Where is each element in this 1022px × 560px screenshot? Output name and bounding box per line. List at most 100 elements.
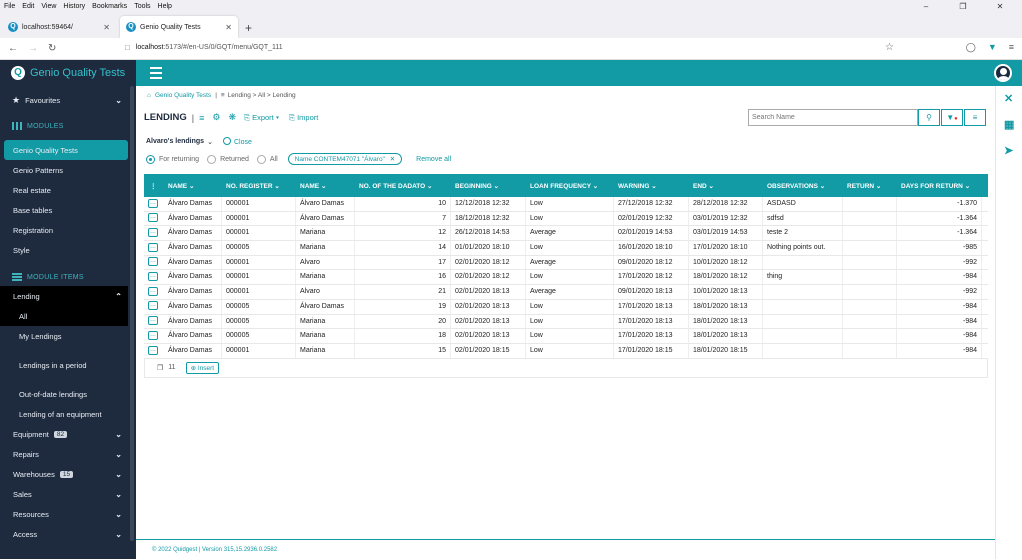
table-row[interactable]: … Álvaro Damas 000001 Mariana 16 02/01/2020 1… xyxy=(144,270,988,286)
close-tab-icon[interactable]: ✕ xyxy=(103,23,110,32)
filter-button[interactable]: ▼● xyxy=(941,109,963,126)
send-icon[interactable]: ➤ xyxy=(1004,144,1013,157)
table-row[interactable]: … Álvaro Damas 000005 Álvaro Damas 19 02/01/2… xyxy=(144,299,988,315)
sidebar-item-equipment[interactable]: Equipment 82 ⌄ xyxy=(0,424,128,444)
menu-history[interactable]: History xyxy=(63,3,85,10)
export-button[interactable]: ⎘ Export ▾ xyxy=(244,113,279,123)
column-header[interactable]: NO. REGISTER xyxy=(222,182,296,190)
table-row[interactable]: … Álvaro Damas 000001 Mariana 12 26/12/2018 1… xyxy=(144,226,988,242)
close-tab-icon[interactable]: ✕ xyxy=(225,23,232,32)
breadcrumb-home[interactable]: Genio Quality Tests xyxy=(155,92,211,99)
menu-view[interactable]: View xyxy=(41,3,56,10)
menu-icon[interactable]: ≡ xyxy=(1009,42,1014,53)
address-bar[interactable]: □ localhost :5173/#/en-US/0/GQT/menu/GQT… xyxy=(125,43,283,52)
sidebar-subitem-all[interactable]: All xyxy=(0,306,128,326)
gears-icon[interactable]: ❋ xyxy=(228,112,236,123)
tab-genio[interactable]: Q Genio Quality Tests ✕ xyxy=(120,16,238,38)
radio-returned[interactable]: Returned xyxy=(207,154,249,164)
close-icon[interactable]: ✕ xyxy=(1004,92,1013,105)
column-header[interactable]: NAME xyxy=(164,182,222,190)
sidebar-item-access[interactable]: Access ⌄ xyxy=(0,524,128,544)
gear-icon[interactable]: ⚙ xyxy=(212,112,220,123)
report-icon[interactable]: ▦ xyxy=(1004,118,1014,131)
sidebar-item-sales[interactable]: Sales ⌄ xyxy=(0,484,128,504)
extension-icon[interactable]: ▼ xyxy=(988,42,997,53)
table-row[interactable]: … Álvaro Damas 000005 Mariana 14 01/01/2020 1… xyxy=(144,241,988,256)
list-view-icon[interactable]: ≡ xyxy=(199,113,204,123)
reload-icon[interactable]: ↻ xyxy=(48,43,60,54)
column-header[interactable]: BEGINNING xyxy=(451,182,526,190)
table-row[interactable]: … Álvaro Damas 000001 Alvaro 21 02/01/2020 18… xyxy=(144,285,988,300)
bookmark-star-icon[interactable]: ☆ xyxy=(885,42,894,53)
sidebar-subitem-lendings-period[interactable]: Lendings in a period xyxy=(0,355,128,375)
sidebar-subitem-my-lendings[interactable]: My Lendings xyxy=(0,326,128,346)
column-header[interactable]: NO. OF THE DADATO xyxy=(355,182,451,190)
sidebar-module-style[interactable]: Style xyxy=(0,240,128,260)
row-menu-icon[interactable]: … xyxy=(148,242,158,252)
menu-file[interactable]: File xyxy=(4,3,15,10)
menu-edit[interactable]: Edit xyxy=(22,3,34,10)
search-input[interactable] xyxy=(749,110,917,125)
sidebar-subitem-lending-equipment[interactable]: Lending of an equipment xyxy=(0,404,128,424)
table-row[interactable]: … Álvaro Damas 000005 Mariana 20 02/01/2020 1… xyxy=(144,314,988,330)
close-filter-button[interactable]: Close xyxy=(222,137,252,146)
filter-chip[interactable]: Name CONTEM47071 "Álvaro" ✕ xyxy=(287,153,403,165)
radio-all[interactable]: All xyxy=(256,154,278,164)
sidebar-scrollbar[interactable] xyxy=(130,86,134,541)
table-row[interactable]: … Álvaro Damas 000005 Mariana 18 02/01/2020 1… xyxy=(144,329,988,344)
table-row[interactable]: … Álvaro Damas 000001 Alvaro 17 02/01/2020 18… xyxy=(144,255,988,271)
sidebar-item-repairs[interactable]: Repairs ⌄ xyxy=(0,444,128,464)
sidebar-module-base-tables[interactable]: Base tables xyxy=(0,200,128,220)
radio-for-returning[interactable]: For returning xyxy=(146,154,199,164)
chevron-down-icon[interactable]: ⌄ xyxy=(207,138,213,146)
column-header[interactable]: END xyxy=(689,182,763,190)
sidebar-item-favourites[interactable]: ★ Favourites ⌄ xyxy=(0,90,128,110)
row-menu-icon[interactable]: … xyxy=(148,330,158,340)
settings-button[interactable]: ≡ xyxy=(964,109,986,126)
row-menu-icon[interactable]: … xyxy=(148,257,158,267)
column-header[interactable]: DAYS FOR RETURN xyxy=(897,182,982,190)
table-row[interactable]: … Álvaro Damas 000001 Álvaro Damas 10 12/12/2… xyxy=(144,197,988,212)
menu-tools[interactable]: Tools xyxy=(134,3,150,10)
row-menu-icon[interactable]: … xyxy=(148,316,158,326)
insert-button[interactable]: ⊕ Insert xyxy=(185,361,220,374)
column-header[interactable]: WARNING xyxy=(614,182,689,190)
user-avatar-icon[interactable] xyxy=(994,64,1012,82)
menu-help[interactable]: Help xyxy=(158,3,172,10)
sidebar-module-genio-patterns[interactable]: Genio Patterns xyxy=(0,160,128,180)
sidebar-item-lending[interactable]: Lending ⌃ xyxy=(0,286,128,306)
table-row[interactable]: … Álvaro Damas 000001 Álvaro Damas 7 18/12/20… xyxy=(144,211,988,227)
row-menu-icon[interactable]: … xyxy=(148,228,158,238)
row-menu-icon[interactable]: … xyxy=(148,272,158,282)
column-header[interactable]: LOAN FREQUENCY xyxy=(526,182,614,190)
sidebar-item-resources[interactable]: Resources ⌄ xyxy=(0,504,128,524)
breadcrumb-path[interactable]: Lending > All > Lending xyxy=(228,92,296,99)
search-button[interactable]: ⚲ xyxy=(918,109,940,126)
table-row[interactable]: … Álvaro Damas 000001 Mariana 15 02/01/2020 1… xyxy=(144,343,988,359)
remove-all-link[interactable]: Remove all xyxy=(416,156,451,163)
brand[interactable]: Q Genio Quality Tests xyxy=(0,60,136,86)
sidebar-item-warehouses[interactable]: Warehouses 15 ⌄ xyxy=(0,464,128,484)
sidebar-module-real-estate[interactable]: Real estate xyxy=(0,180,128,200)
sidebar-subitem-out-of-date[interactable]: Out-of-date lendings xyxy=(0,384,128,404)
row-menu-icon[interactable]: … xyxy=(148,345,158,355)
sidebar-module-registration[interactable]: Registration xyxy=(0,220,128,240)
column-header[interactable]: NAME xyxy=(296,182,355,190)
new-tab-icon[interactable]: + xyxy=(245,21,252,35)
row-menu-icon[interactable]: … xyxy=(148,301,158,311)
row-menu-icon[interactable]: … xyxy=(148,198,158,208)
pocket-icon[interactable]: ◯ xyxy=(966,42,976,53)
sidebar-module-genio-quality-tests[interactable]: Genio Quality Tests xyxy=(4,140,128,160)
import-button[interactable]: ⎘ Import xyxy=(289,113,318,123)
column-header[interactable]: RETURN xyxy=(843,182,897,190)
forward-icon[interactable]: → xyxy=(28,43,40,54)
hamburger-menu-icon[interactable] xyxy=(150,67,162,82)
row-menu-icon[interactable]: … xyxy=(148,213,158,223)
menu-bookmarks[interactable]: Bookmarks xyxy=(92,3,127,10)
back-icon[interactable]: ← xyxy=(8,43,20,54)
tab-localhost[interactable]: Q localhost:59464/ ✕ xyxy=(2,16,116,38)
row-menu-icon[interactable]: … xyxy=(148,286,158,296)
column-header[interactable]: OBSERVATIONS xyxy=(763,182,843,190)
column-menu-icon[interactable]: ⋮ xyxy=(144,182,164,190)
close-icon[interactable]: ✕ xyxy=(390,156,395,163)
